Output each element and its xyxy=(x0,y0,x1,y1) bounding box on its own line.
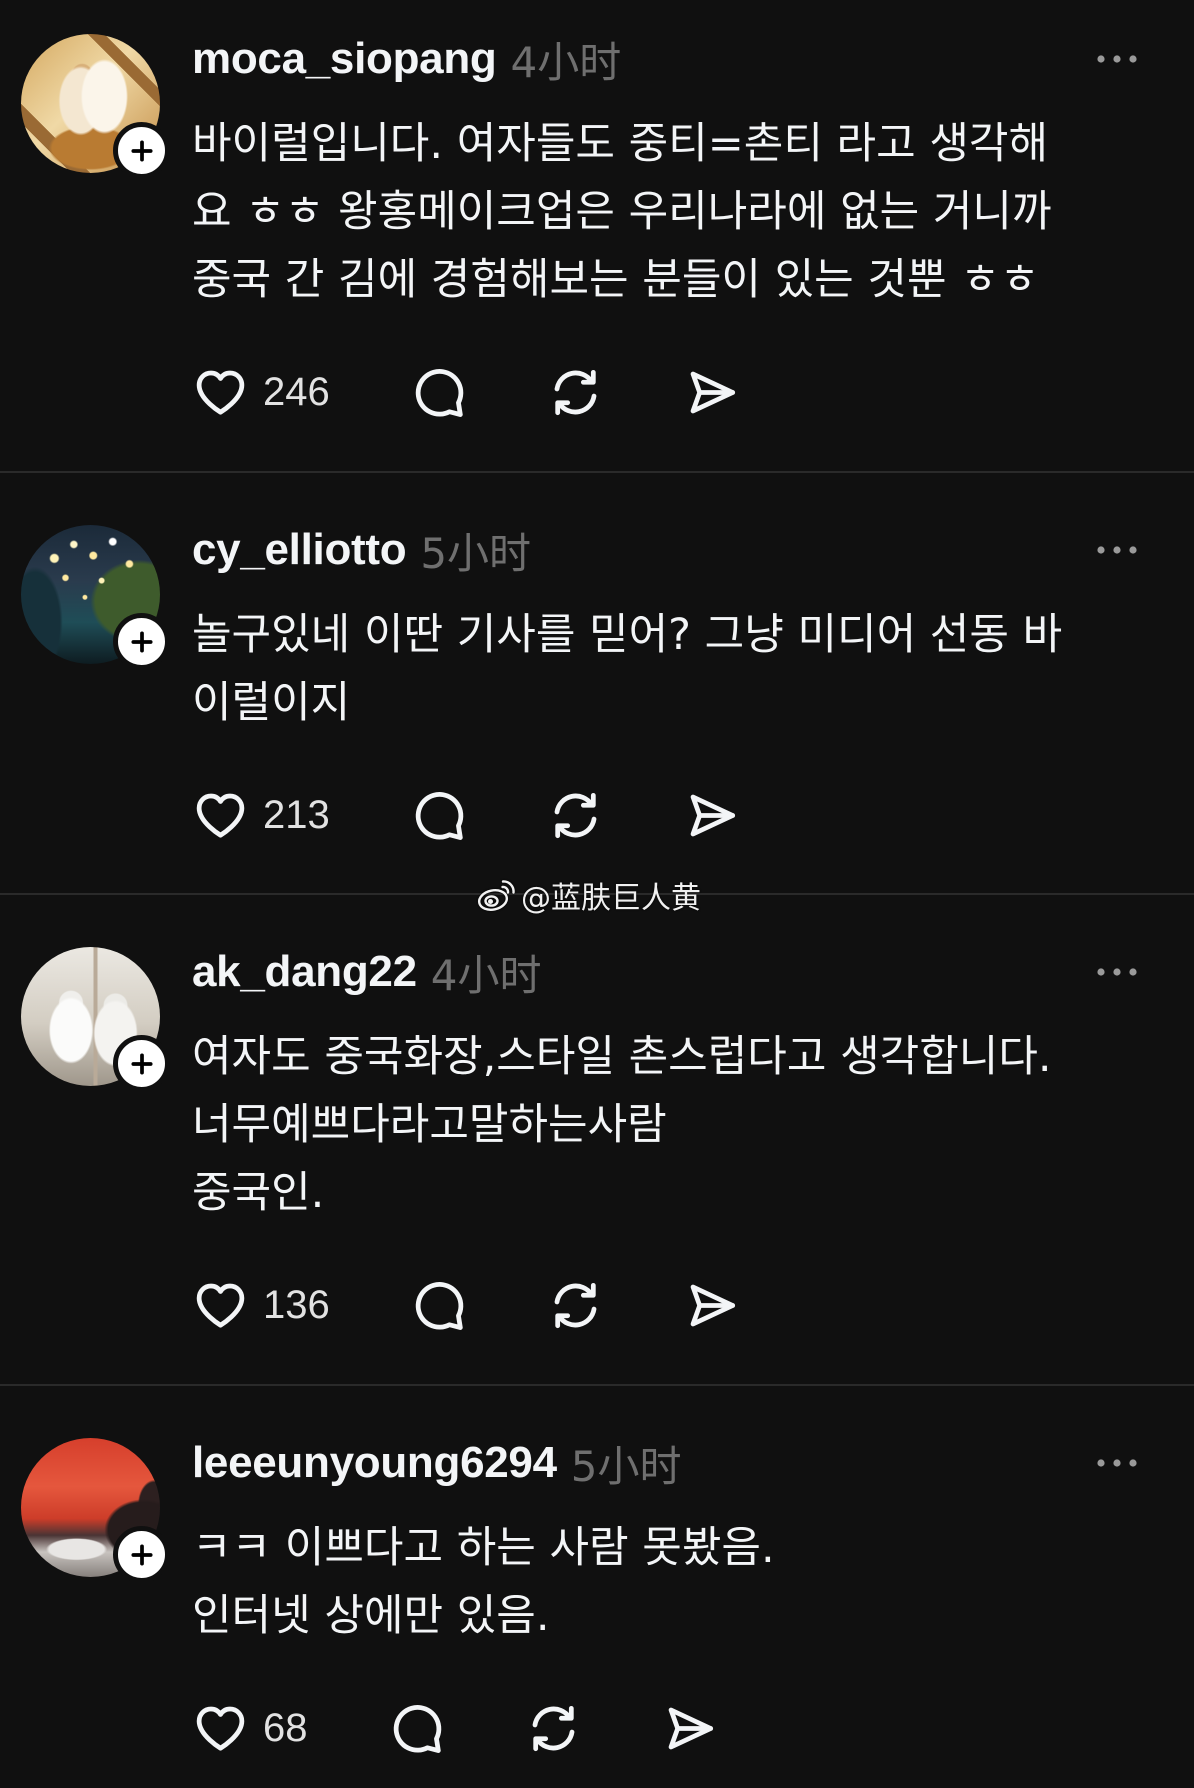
timestamp: 4小时 xyxy=(430,950,542,1000)
post-text-line: ㅋㅋ 이쁘다고 하는 사람 못봤음. xyxy=(192,1523,775,1573)
reply-button[interactable] xyxy=(388,1700,445,1757)
more-button[interactable] xyxy=(1095,49,1139,69)
share-button[interactable] xyxy=(684,364,741,421)
post-text-line: 중국인. xyxy=(192,1168,325,1218)
timestamp: 4小时 xyxy=(510,37,622,87)
more-icon xyxy=(1097,546,1137,554)
username[interactable]: cy_elliotto xyxy=(192,525,407,575)
like-count: 246 xyxy=(263,370,330,414)
plus-icon xyxy=(130,1543,153,1566)
heart-icon xyxy=(196,1283,245,1328)
repost-button[interactable] xyxy=(547,364,604,421)
comment-icon xyxy=(415,1282,463,1330)
more-button[interactable] xyxy=(1095,1453,1139,1473)
avatar-group xyxy=(21,1438,170,1583)
share-icon xyxy=(690,1284,735,1327)
like-button[interactable]: 213 xyxy=(192,787,330,844)
reply-button[interactable] xyxy=(410,1277,467,1334)
comment-icon xyxy=(415,792,463,840)
share-button[interactable] xyxy=(684,787,741,844)
action-bar: 213 xyxy=(192,787,1194,844)
reply-button[interactable] xyxy=(410,364,467,421)
post-text-line: 이럴이지 xyxy=(192,678,351,728)
action-bar: 136 xyxy=(192,1277,1194,1334)
like-count: 136 xyxy=(263,1283,330,1327)
plus-icon xyxy=(130,1052,153,1075)
comment-icon xyxy=(415,369,463,417)
post-text-line: 놀구있네 이딴 기사를 믿어? 그냥 미디어 선동 바 xyxy=(192,610,1063,660)
repost-icon xyxy=(554,369,597,416)
action-bar: 68 xyxy=(192,1700,1194,1757)
repost-icon xyxy=(554,792,597,839)
timestamp: 5小时 xyxy=(420,528,532,578)
more-icon xyxy=(1097,55,1137,63)
share-icon xyxy=(690,371,735,414)
heart-icon xyxy=(196,1706,245,1751)
post-text-line: 바이럴입니다. 여자들도 중티=촌티 라고 생각해 xyxy=(192,119,1049,169)
post-header: leeeunyoung6294 5小时 xyxy=(21,1433,1194,1583)
follow-button[interactable] xyxy=(113,1526,170,1583)
action-bar: 246 xyxy=(192,364,1194,421)
post-text-line: 인터넷 상에만 있음. xyxy=(192,1591,550,1641)
post-text: 놀구있네 이딴 기사를 믿어? 그냥 미디어 선동 바이럴이지 xyxy=(192,601,1194,737)
weibo-icon xyxy=(477,880,515,911)
share-icon xyxy=(668,1707,713,1750)
share-icon xyxy=(690,794,735,837)
post-header: moca_siopang 4小时 xyxy=(21,29,1194,179)
reply-post: moca_siopang 4小时 바이럴입니다. 여자들도 중티=촌티 라고 생… xyxy=(0,0,1194,473)
reply-post: cy_elliotto 5小时 놀구있네 이딴 기사를 믿어? 그냥 미디어 선… xyxy=(0,473,1194,895)
avatar-group xyxy=(21,525,170,670)
more-button[interactable] xyxy=(1095,540,1139,560)
post-text-line: 너무예쁘다라고말하는사람 xyxy=(192,1100,667,1150)
username[interactable]: ak_dang22 xyxy=(192,947,417,997)
like-count: 68 xyxy=(263,1706,308,1750)
like-count: 213 xyxy=(263,793,330,837)
watermark-text: @蓝肤巨人黄 xyxy=(521,881,701,916)
share-button[interactable] xyxy=(684,1277,741,1334)
reply-post: ak_dang22 4小时 여자도 중국화장,스타일 촌스럽다고 생각합니다. 너… xyxy=(0,895,1194,1386)
post-text-line: 여자도 중국화장,스타일 촌스럽다고 생각합니다. xyxy=(192,1032,1052,1082)
avatar-group xyxy=(21,947,170,1092)
repost-icon xyxy=(554,1282,597,1329)
more-button[interactable] xyxy=(1095,962,1139,982)
heart-icon xyxy=(196,793,245,838)
plus-icon xyxy=(130,630,153,653)
post-text: 여자도 중국화장,스타일 촌스럽다고 생각합니다. 너무예쁘다라고말하는사람중국인… xyxy=(192,1023,1194,1227)
share-button[interactable] xyxy=(662,1700,719,1757)
more-icon xyxy=(1097,968,1137,976)
repost-button[interactable] xyxy=(525,1700,582,1757)
username[interactable]: leeeunyoung6294 xyxy=(192,1438,557,1488)
plus-icon xyxy=(130,139,153,162)
post-text-line: 요 ㅎㅎ 왕홍메이크업은 우리나라에 없는 거니까 xyxy=(192,187,1052,237)
reply-post: leeeunyoung6294 5小时 ㅋㅋ 이쁘다고 하는 사람 못봤음. 인터… xyxy=(0,1386,1194,1788)
follow-button[interactable] xyxy=(113,1035,170,1092)
like-button[interactable]: 246 xyxy=(192,364,330,421)
reply-button[interactable] xyxy=(410,787,467,844)
follow-button[interactable] xyxy=(113,613,170,670)
timestamp: 5小时 xyxy=(570,1441,682,1491)
avatar-group xyxy=(21,34,170,179)
heart-icon xyxy=(196,370,245,415)
username[interactable]: moca_siopang xyxy=(192,34,497,84)
post-text: ㅋㅋ 이쁘다고 하는 사람 못봤음. 인터넷 상에만 있음. xyxy=(192,1514,1194,1650)
repost-icon xyxy=(532,1705,574,1752)
post-header: ak_dang22 4小时 xyxy=(21,942,1194,1092)
post-text: 바이럴입니다. 여자들도 중티=촌티 라고 생각해요 ㅎㅎ 왕홍메이크업은 우리… xyxy=(192,110,1194,314)
like-button[interactable]: 68 xyxy=(192,1700,308,1757)
repost-button[interactable] xyxy=(547,1277,604,1334)
post-header: cy_elliotto 5小时 xyxy=(21,520,1194,670)
repost-button[interactable] xyxy=(547,787,604,844)
watermark: @蓝肤巨人黄 xyxy=(477,876,701,916)
follow-button[interactable] xyxy=(113,122,170,179)
more-icon xyxy=(1097,1459,1137,1467)
like-button[interactable]: 136 xyxy=(192,1277,330,1334)
comment-icon xyxy=(393,1705,441,1753)
post-text-line: 중국 간 김에 경험해보는 분들이 있는 것뿐 ㅎㅎ xyxy=(192,255,1040,305)
